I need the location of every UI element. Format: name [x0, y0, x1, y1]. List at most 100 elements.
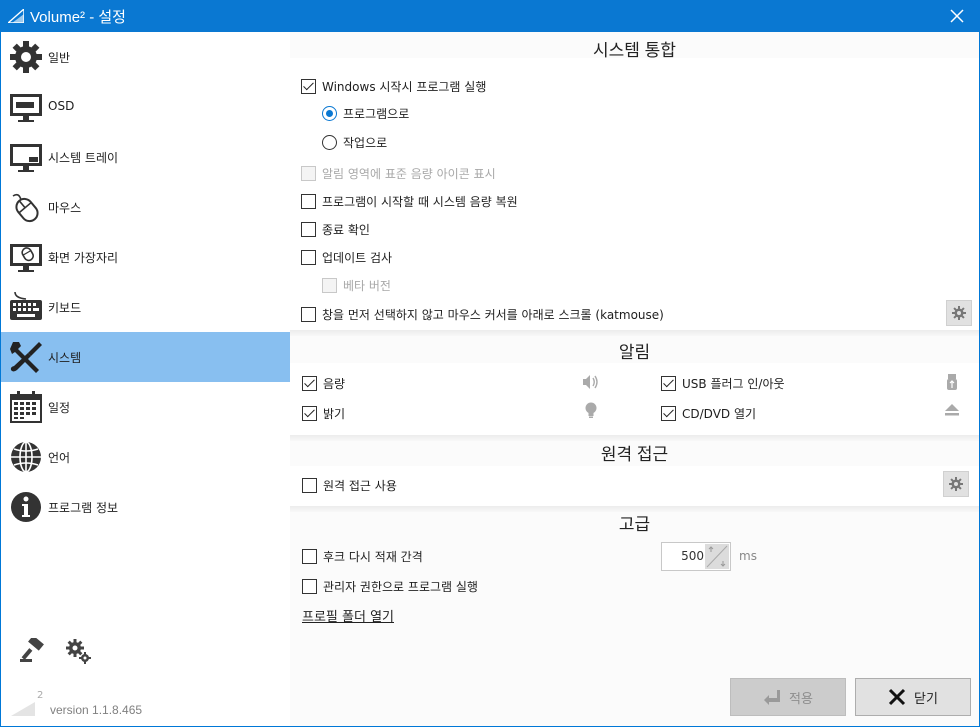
beta-checkbox [322, 277, 337, 293]
mouse-icon [12, 193, 39, 223]
apply-icon [764, 690, 781, 705]
remote-enable-checkbox[interactable] [302, 477, 317, 493]
sidebar-item-label: 시스템 [48, 351, 82, 365]
sidebar-item-label: 시스템 트레이 [48, 151, 119, 165]
sidebar-item-label: 프로그램 정보 [48, 501, 119, 515]
stepper-buttons[interactable] [705, 544, 729, 569]
section-title-remote: 원격 접근 [600, 445, 669, 464]
as-program-radio-row[interactable]: 프로그램으로 [322, 104, 409, 122]
sidebar-item-osd[interactable]: OSD [1, 82, 290, 132]
close-button[interactable]: 닫기 [855, 678, 971, 716]
check-updates-checkbox[interactable] [301, 249, 316, 265]
notify-volume-checkbox[interactable] [302, 375, 317, 391]
section-title-notifications: 알림 [618, 343, 651, 362]
sidebar-item-label: 화면 가장자리 [48, 251, 119, 265]
notify-cd-checkbox[interactable] [661, 405, 676, 421]
paint-roller-icon[interactable] [19, 638, 45, 664]
stepper-arrows-icon [706, 545, 728, 568]
notifications-section [290, 363, 979, 435]
confirm-exit-label: 종료 확인 [322, 222, 370, 237]
notify-usb-row[interactable]: USB 플러그 인/아웃 [661, 374, 785, 392]
settings-window: 일반 OSD 시스템 트레이 마우스 화면 가장자리 키보드 시스템 일정 언어… [1, 32, 979, 726]
gear-icon [949, 477, 963, 491]
sidebar-item-general[interactable]: 일반 [1, 32, 290, 82]
sidebar-item-language[interactable]: 언어 [1, 432, 290, 482]
usb-icon [947, 374, 957, 390]
sidebar-item-label: 언어 [48, 451, 71, 465]
notify-brightness-label: 밝기 [323, 406, 346, 421]
confirm-exit-checkbox[interactable] [301, 221, 316, 237]
section-divider [290, 330, 979, 336]
restore-volume-checkbox-row[interactable]: 프로그램이 시작할 때 시스템 음량 복원 [301, 192, 518, 210]
sidebar-item-label: 마우스 [48, 201, 82, 215]
sidebar: 일반 OSD 시스템 트레이 마우스 화면 가장자리 키보드 시스템 일정 언어… [1, 32, 290, 726]
title-bar: Volume² - 설정 [0, 0, 980, 32]
gears-icon[interactable] [65, 638, 91, 664]
sidebar-item-label: 일정 [48, 401, 71, 415]
notify-brightness-row[interactable]: 밝기 [302, 404, 345, 422]
tools-icon [10, 342, 42, 373]
startup-checkbox-row[interactable]: Windows 시작시 프로그램 실행 [301, 77, 486, 95]
keyboard-icon [10, 291, 42, 320]
hook-interval-unit: ms [739, 549, 757, 563]
close-icon [888, 688, 906, 706]
apply-button[interactable]: 적용 [730, 678, 846, 716]
sidebar-item-mouse[interactable]: 마우스 [1, 182, 290, 232]
gear-icon [10, 41, 42, 73]
hook-interval-stepper[interactable]: 500 [661, 542, 731, 571]
window-close-button[interactable] [934, 0, 980, 32]
sidebar-item-screen-edge[interactable]: 화면 가장자리 [1, 232, 290, 282]
remote-enable-label: 원격 접근 사용 [323, 478, 397, 493]
version-label: version 1.1.8.465 [50, 703, 143, 717]
run-as-admin-row[interactable]: 관리자 권한으로 프로그램 실행 [302, 577, 478, 595]
volume2-logo: 2 [9, 690, 43, 718]
sidebar-item-system[interactable]: 시스템 [1, 332, 290, 382]
as-task-radio-row[interactable]: 작업으로 [322, 133, 387, 151]
startup-checkbox[interactable] [301, 78, 316, 94]
beta-label: 베타 버전 [343, 278, 391, 293]
katmouse-settings-button[interactable] [946, 300, 972, 326]
notify-usb-checkbox[interactable] [661, 375, 676, 391]
sidebar-item-label: 키보드 [48, 301, 82, 315]
monitor-tray-icon [10, 144, 42, 172]
startup-label: Windows 시작시 프로그램 실행 [322, 79, 487, 94]
window-title: Volume² - 설정 [30, 9, 126, 26]
lightbulb-icon [585, 402, 597, 418]
notify-cd-row[interactable]: CD/DVD 열기 [661, 404, 756, 422]
calendar-icon [10, 391, 42, 423]
katmouse-checkbox-row[interactable]: 창을 먼저 선택하지 않고 마우스 커서를 아래로 스크롤 (katmouse) [301, 305, 664, 323]
remote-enable-row[interactable]: 원격 접근 사용 [302, 476, 397, 494]
app-logo-icon [8, 9, 24, 23]
section-title-advanced: 고급 [618, 515, 651, 534]
gear-icon [952, 306, 966, 320]
remote-settings-button[interactable] [943, 471, 969, 497]
sidebar-item-keyboard[interactable]: 키보드 [1, 282, 290, 332]
monitor-osd-icon [10, 94, 42, 122]
notify-brightness-checkbox[interactable] [302, 405, 317, 421]
notify-cd-label: CD/DVD 열기 [682, 406, 757, 421]
katmouse-checkbox[interactable] [301, 306, 316, 322]
run-as-admin-checkbox[interactable] [302, 578, 317, 594]
hook-interval-row[interactable]: 후크 다시 적재 간격 [302, 547, 423, 565]
confirm-exit-checkbox-row[interactable]: 종료 확인 [301, 220, 370, 238]
open-profile-folder-link[interactable]: 프로필 폴더 열기 [302, 606, 394, 625]
as-task-radio[interactable] [322, 134, 337, 150]
notify-volume-label: 음량 [323, 376, 346, 391]
std-icon-label: 알림 영역에 표준 음량 아이콘 표시 [322, 166, 496, 181]
notify-volume-row[interactable]: 음량 [302, 374, 345, 392]
sidebar-item-schedule[interactable]: 일정 [1, 382, 290, 432]
restore-volume-label: 프로그램이 시작할 때 시스템 음량 복원 [322, 194, 518, 209]
sidebar-item-tray[interactable]: 시스템 트레이 [1, 132, 290, 182]
hook-interval-checkbox[interactable] [302, 548, 317, 564]
version-superscript: 2 [37, 690, 44, 701]
sidebar-item-label: OSD [48, 99, 75, 113]
std-icon-checkbox-row: 알림 영역에 표준 음량 아이콘 표시 [301, 164, 496, 182]
close-icon [950, 9, 964, 23]
as-program-radio[interactable] [322, 105, 337, 121]
check-updates-checkbox-row[interactable]: 업데이트 검사 [301, 248, 392, 266]
sidebar-item-about[interactable]: 프로그램 정보 [1, 482, 290, 532]
speaker-icon [583, 375, 598, 389]
run-as-admin-label: 관리자 권한으로 프로그램 실행 [323, 579, 478, 594]
restore-volume-checkbox[interactable] [301, 193, 316, 209]
info-icon [11, 492, 41, 522]
